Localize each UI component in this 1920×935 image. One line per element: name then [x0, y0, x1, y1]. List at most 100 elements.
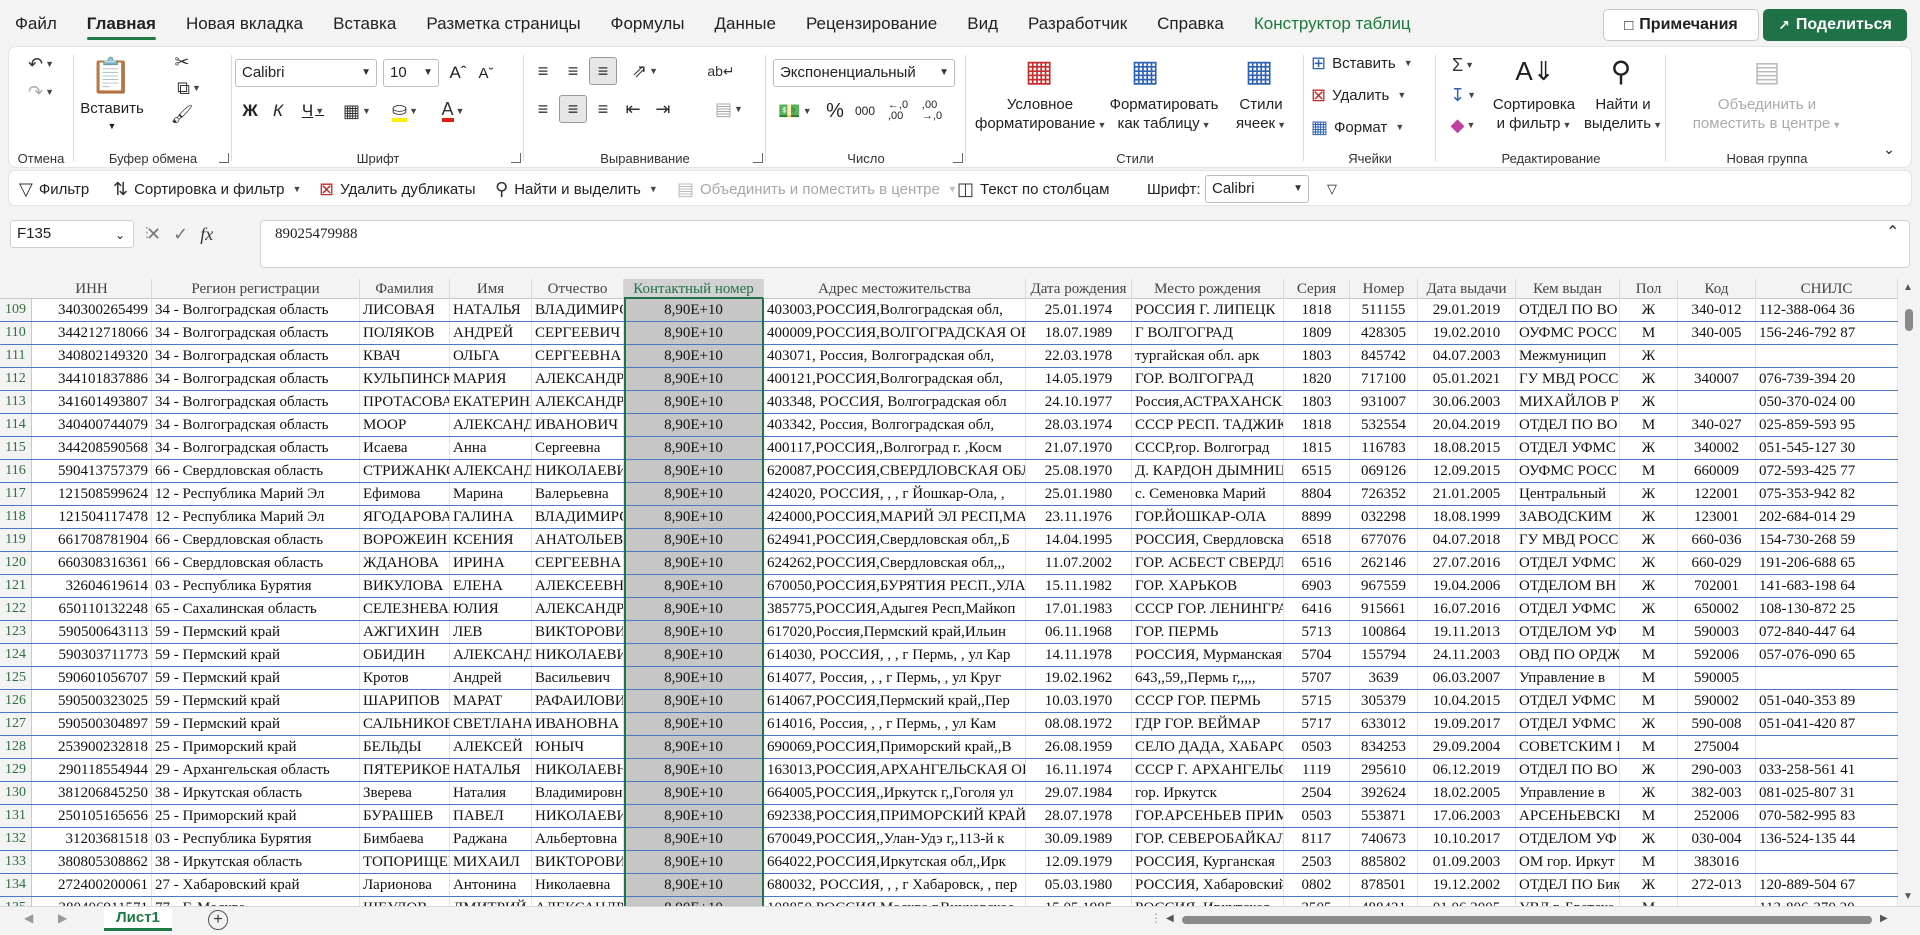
cell-region[interactable]: 27 - Хабаровский край — [152, 874, 360, 896]
cell-issue-date[interactable]: 01.06.2005 — [1418, 897, 1516, 906]
cell-birth-date[interactable]: 12.09.1979 — [1026, 851, 1132, 873]
cell-issue-date[interactable]: 24.11.2003 — [1418, 644, 1516, 666]
cell-snils[interactable] — [1756, 851, 1898, 873]
cell-phone[interactable]: 8,90E+10 — [624, 529, 764, 551]
cell-code[interactable]: 660-036 — [1678, 529, 1756, 551]
cell-region[interactable]: 03 - Республика Бурятия — [152, 828, 360, 850]
cell-code[interactable]: 123001 — [1678, 506, 1756, 528]
cell-snils[interactable]: 191-206-688 65 — [1756, 552, 1898, 574]
cell-inn[interactable]: 381206845250 — [32, 782, 152, 804]
cell-first-name[interactable]: МАРАТ — [450, 690, 532, 712]
cell-address[interactable]: 403348, РОССИЯ, Волгоградская обл — [764, 391, 1026, 413]
row-header[interactable]: 131 — [0, 805, 32, 827]
cell-address[interactable]: 400009,РОССИЯ,ВОЛГОГРАДСКАЯ ОБЛ — [764, 322, 1026, 344]
cell-birth-place[interactable]: РОССИЯ, Мурманская — [1132, 644, 1284, 666]
cell-inn[interactable]: 650110132248 — [32, 598, 152, 620]
cell-inn[interactable]: 31203681518 — [32, 828, 152, 850]
cell-code[interactable]: 272-013 — [1678, 874, 1756, 896]
cell-phone[interactable]: 8,90E+10 — [624, 667, 764, 689]
align-left-icon[interactable]: ≡ — [529, 95, 557, 123]
cell-issued-by[interactable]: ОТДЕЛ УФМС — [1516, 713, 1620, 735]
cell-first-name[interactable]: АЛЕКСАНДР — [450, 644, 532, 666]
cell-address[interactable]: 680032, РОССИЯ, , , г Хабаровск, , пер — [764, 874, 1026, 896]
cell-inn[interactable]: 661708781904 — [32, 529, 152, 551]
cell-birth-date[interactable]: 18.07.1989 — [1026, 322, 1132, 344]
menu-help[interactable]: Справка — [1142, 0, 1239, 46]
cell-patronymic[interactable]: СЕРГЕЕВНА — [532, 345, 624, 367]
cell-issued-by[interactable]: ОТДЕЛ ПО ВО — [1516, 414, 1620, 436]
cell-birth-date[interactable]: 28.03.1974 — [1026, 414, 1132, 436]
cell-snils[interactable]: 112-388-064 36 — [1756, 299, 1898, 321]
clear-icon[interactable]: ◆ ▼ — [1443, 113, 1483, 137]
cell-issued-by[interactable]: Управление в — [1516, 782, 1620, 804]
cell-series[interactable]: 8804 — [1284, 483, 1350, 505]
cell-address[interactable]: 400121,РОССИЯ,Волгоградская обл, — [764, 368, 1026, 390]
cell-issued-by[interactable]: МИХАЙЛОВ Р — [1516, 391, 1620, 413]
filter-button[interactable]: ▽ Фильтр — [19, 171, 89, 207]
cell-region[interactable]: 66 - Свердловская область — [152, 460, 360, 482]
cell-phone[interactable]: 8,90E+10 — [624, 460, 764, 482]
cell-address[interactable]: 403071, Россия, Волгоградская обл, — [764, 345, 1026, 367]
cell-region[interactable]: 34 - Волгоградская область — [152, 322, 360, 344]
number-format-combo[interactable]: Экспоненциальный ▼ — [773, 59, 955, 87]
cell-gender[interactable]: Ж — [1620, 828, 1678, 850]
cell-code[interactable]: 382-003 — [1678, 782, 1756, 804]
cell-patronymic[interactable]: СЕРГЕЕВНА — [532, 552, 624, 574]
cell-issued-by[interactable]: АРСЕНЬЕВСКИ — [1516, 805, 1620, 827]
cell-address[interactable]: 403003,РОССИЯ,Волгоградская обл, — [764, 299, 1026, 321]
autosum-icon[interactable]: Σ ▼ — [1443, 53, 1483, 77]
cell-patronymic[interactable]: Альбертовна — [532, 828, 624, 850]
cell-series[interactable]: 0503 — [1284, 736, 1350, 758]
cell-surname[interactable]: ШАРИПОВ — [360, 690, 450, 712]
cell-region[interactable]: 59 - Пермский край — [152, 667, 360, 689]
cell-code[interactable]: 252006 — [1678, 805, 1756, 827]
column-header-issue-date[interactable]: Дата выдачи — [1418, 279, 1516, 299]
cell-snils[interactable] — [1756, 736, 1898, 758]
row-header[interactable]: 128 — [0, 736, 32, 758]
cell-inn[interactable]: 660308316361 — [32, 552, 152, 574]
undo-button[interactable]: ↶ ▼ — [21, 51, 61, 77]
cell-birth-place[interactable]: РОССИЯ, Свердловская — [1132, 529, 1284, 551]
cell-inn[interactable]: 250105165656 — [32, 805, 152, 827]
cell-first-name[interactable]: АЛЕКСЕЙ — [450, 736, 532, 758]
cell-gender[interactable]: М — [1620, 851, 1678, 873]
cell-issued-by[interactable]: Центральный — [1516, 483, 1620, 505]
cell-surname[interactable]: СЕЛЕЗНЕВА — [360, 598, 450, 620]
cell-phone[interactable]: 8,90E+10 — [624, 345, 764, 367]
cell-first-name[interactable]: ЕЛЕНА — [450, 575, 532, 597]
cell-series[interactable]: 1809 — [1284, 322, 1350, 344]
cell-code[interactable]: 275004 — [1678, 736, 1756, 758]
wrap-text-icon[interactable]: ab↵ — [707, 57, 735, 85]
cell-inn[interactable]: 344208590568 — [32, 437, 152, 459]
cell-surname[interactable]: Бимбаева — [360, 828, 450, 850]
cell-phone[interactable]: 8,90E+10 — [624, 299, 764, 321]
cell-number[interactable]: 032298 — [1350, 506, 1418, 528]
cell-number[interactable]: 3639 — [1350, 667, 1418, 689]
cell-patronymic[interactable]: НИКОЛАЕВИЧ — [532, 644, 624, 666]
cell-first-name[interactable]: Наталия — [450, 782, 532, 804]
row-header[interactable]: 112 — [0, 368, 32, 390]
cell-region[interactable]: 25 - Приморский край — [152, 805, 360, 827]
cell-gender[interactable]: М — [1620, 322, 1678, 344]
menu-developer[interactable]: Разработчик — [1013, 0, 1142, 46]
cell-address[interactable]: 614077, Россия, , , г Пермь, , ул Круг — [764, 667, 1026, 689]
cell-inn[interactable]: 121504117478 — [32, 506, 152, 528]
prev-sheet-icon[interactable]: ◀ — [24, 911, 33, 925]
cell-series[interactable]: 5713 — [1284, 621, 1350, 643]
column-header-surname[interactable]: Фамилия — [360, 279, 450, 299]
cell-surname[interactable]: БЕЛЬДЫ — [360, 736, 450, 758]
cell-number[interactable]: 740673 — [1350, 828, 1418, 850]
row-header[interactable]: 120 — [0, 552, 32, 574]
spreadsheet-grid[interactable]: ИНН Регион регистрации Фамилия Имя Отчество К… — [0, 279, 1898, 906]
cell-surname[interactable]: МООР — [360, 414, 450, 436]
row-header[interactable]: 133 — [0, 851, 32, 873]
insert-function-icon[interactable]: fx — [200, 224, 213, 245]
cell-gender[interactable]: Ж — [1620, 345, 1678, 367]
row-header[interactable]: 135 — [0, 897, 32, 906]
cell-issue-date[interactable]: 06.03.2007 — [1418, 667, 1516, 689]
cell-series[interactable]: 5717 — [1284, 713, 1350, 735]
cell-issued-by[interactable]: ОТДЕЛ ПО Бикина — [1516, 874, 1620, 896]
cell-inn[interactable]: 121508599624 — [32, 483, 152, 505]
cell-snils[interactable]: 051-545-127 30 — [1756, 437, 1898, 459]
cell-code[interactable]: 340007 — [1678, 368, 1756, 390]
